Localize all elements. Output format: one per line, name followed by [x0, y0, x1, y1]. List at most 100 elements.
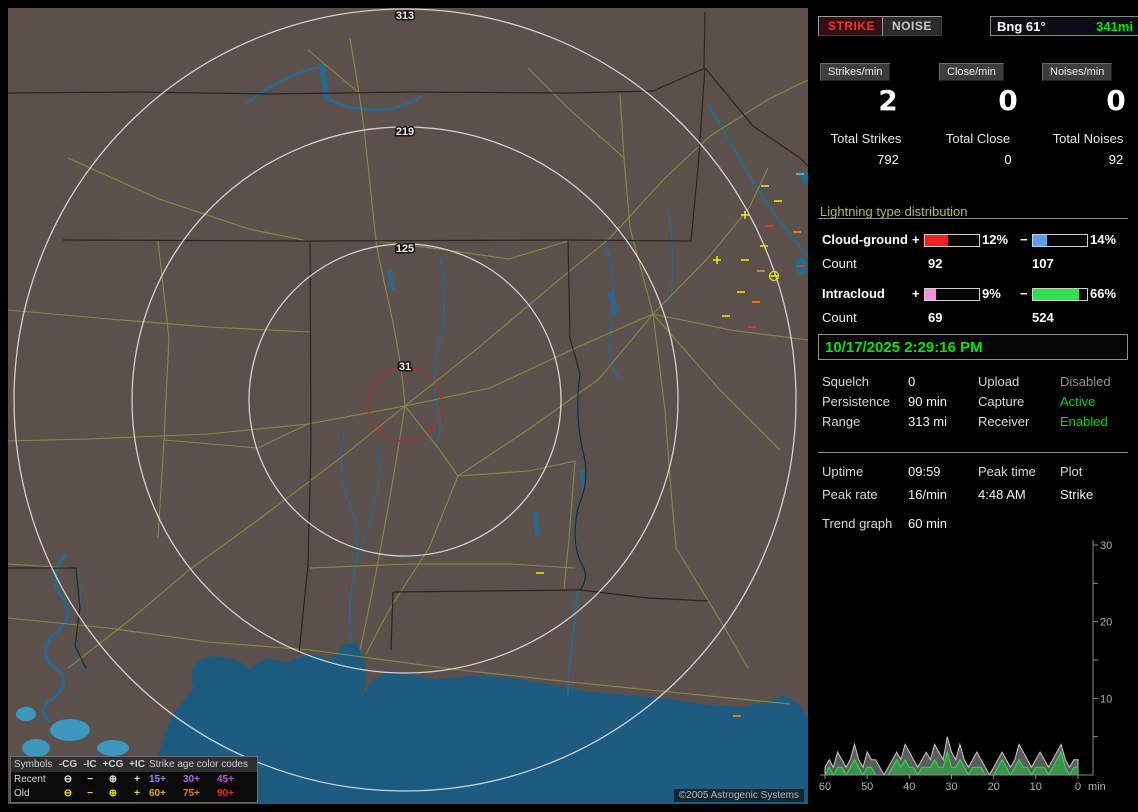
svg-text:60: 60	[819, 781, 831, 793]
plot-label: Plot	[1060, 464, 1082, 479]
strike-marker	[770, 272, 779, 281]
total-close-label: Total Close	[928, 131, 1028, 146]
cg-minus-bar	[1032, 234, 1088, 247]
close-per-min-chip: Close/min	[939, 63, 1004, 81]
ic-minus-bar	[1032, 288, 1088, 301]
persistence-value: 90 min	[908, 394, 947, 409]
copyright-attribution: ©2005 Astrogenic Systems	[674, 789, 804, 802]
plus-icon: +	[125, 774, 149, 785]
circle-plus-icon: ⊕	[101, 774, 125, 785]
circle-minus-icon: ⊖	[57, 774, 79, 785]
svg-text:30: 30	[1100, 540, 1112, 552]
cg-plus-bar-fill	[925, 235, 948, 246]
legend-row-recent: Recent ⊖ − ⊕ + 15+ 30+ 45+	[11, 772, 257, 786]
ic-minus-pct: 66%	[1090, 286, 1116, 301]
noises-per-min-chip: Noises/min	[1042, 63, 1112, 81]
squelch-label: Squelch	[822, 374, 869, 389]
ring-label-313: 313	[396, 10, 414, 22]
minus-icon: −	[79, 774, 101, 785]
status-sidebar: STRIKE NOISE Bng 61° 341mi Strikes/min C…	[816, 8, 1130, 804]
trend-graph-label: Trend graph	[822, 516, 892, 531]
capture-label: Capture	[978, 394, 1024, 409]
peak-rate-value: 16/min	[908, 487, 947, 502]
svg-text:20: 20	[988, 781, 1000, 793]
total-strikes-label: Total Strikes	[816, 131, 916, 146]
cg-minus-bar-fill	[1033, 235, 1047, 246]
capture-status: Active	[1060, 394, 1095, 409]
divider	[818, 218, 1128, 219]
peak-rate-label: Peak rate	[822, 487, 878, 502]
strike-button[interactable]: STRIKE	[818, 16, 885, 36]
legend-col-ic-pos: +IC	[125, 759, 149, 770]
circle-plus-icon: ⊕	[101, 788, 125, 799]
map-svg: 31 125 219 313	[8, 8, 808, 804]
water-layer	[16, 172, 808, 804]
total-noises-label: Total Noises	[1038, 131, 1138, 146]
minus-sign: −	[1020, 232, 1028, 247]
ring-label-219: 219	[396, 126, 414, 138]
ltd-section-title: Lightning type distribution	[820, 204, 967, 219]
trend-axis-labels: 30 20 10 60 50 40 30 20 10 0 min	[819, 540, 1112, 793]
total-noises-value: 92	[1086, 152, 1138, 167]
receiver-label: Receiver	[978, 414, 1029, 429]
trend-axes	[820, 540, 1098, 779]
lightning-map[interactable]: 31 125 219 313 Symbols -CG -IC +CG +IC S…	[8, 8, 808, 804]
svg-text:0: 0	[1075, 781, 1081, 793]
uptime-label: Uptime	[822, 464, 863, 479]
bearing-value: Bng 61°	[997, 19, 1046, 34]
svg-text:40: 40	[903, 781, 915, 793]
ic-plus-bar	[924, 288, 980, 301]
plus-sign: +	[912, 232, 920, 247]
svg-text:30: 30	[945, 781, 957, 793]
total-close-value: 0	[978, 152, 1038, 167]
cg-minus-pct: 14%	[1090, 232, 1116, 247]
lake-pontchartrain	[192, 656, 253, 703]
strike-markers-layer	[536, 174, 805, 716]
cloud-ground-label: Cloud-ground	[822, 232, 908, 247]
intracloud-label: Intracloud	[822, 286, 885, 301]
svg-text:min: min	[1088, 781, 1106, 793]
plus-icon: +	[125, 788, 149, 799]
state-borders-layer	[8, 12, 808, 668]
circle-minus-icon: ⊖	[57, 788, 79, 799]
cg-plus-pct: 12%	[982, 232, 1008, 247]
persistence-label: Persistence	[822, 394, 890, 409]
legend-col-ic-neg: -IC	[79, 759, 101, 770]
cg-minus-count: 107	[1032, 256, 1054, 271]
rivers-layer	[43, 64, 806, 722]
close-per-min-value: 0	[978, 84, 1038, 117]
svg-text:20: 20	[1100, 617, 1112, 629]
ic-count-label: Count	[822, 310, 857, 325]
noises-per-min-value: 0	[1086, 84, 1138, 117]
plus-sign: +	[912, 286, 920, 301]
cg-plus-bar	[924, 234, 980, 247]
legend-age-title: Strike age color codes	[149, 759, 251, 770]
upload-status: Disabled	[1060, 374, 1111, 389]
bearing-range-display: Bng 61° 341mi	[990, 16, 1138, 36]
svg-text:10: 10	[1100, 693, 1112, 705]
legend-col-cg-pos: +CG	[101, 759, 125, 770]
ic-minus-count: 524	[1032, 310, 1054, 325]
noise-button[interactable]: NOISE	[882, 16, 942, 36]
legend-row-old: Old ⊖ − ⊕ + 60+ 75+ 90+	[11, 786, 257, 800]
range-value: 341mi	[1096, 19, 1133, 34]
map-legend: Symbols -CG -IC +CG +IC Strike age color…	[10, 756, 258, 803]
receiver-status: Enabled	[1060, 414, 1108, 429]
svg-text:50: 50	[861, 781, 873, 793]
ic-plus-pct: 9%	[982, 286, 1001, 301]
ic-plus-count: 69	[928, 310, 942, 325]
svg-text:10: 10	[1030, 781, 1042, 793]
legend-col-cg-neg: -CG	[57, 759, 79, 770]
uptime-value: 09:59	[908, 464, 941, 479]
cg-count-label: Count	[822, 256, 857, 271]
datetime-display: 10/17/2025 2:29:16 PM	[818, 334, 1128, 360]
strikes-per-min-value: 2	[858, 84, 918, 117]
trend-graph-window: 60 min	[908, 516, 947, 531]
minus-sign: −	[1020, 286, 1028, 301]
trend-graph-chart: 30 20 10 60 50 40 30 20 10 0 min	[816, 532, 1130, 800]
range-label: Range	[822, 414, 860, 429]
range-setting-value: 313 mi	[908, 414, 947, 429]
peak-time-label: Peak time	[978, 464, 1036, 479]
cg-plus-count: 92	[928, 256, 942, 271]
upload-label: Upload	[978, 374, 1019, 389]
